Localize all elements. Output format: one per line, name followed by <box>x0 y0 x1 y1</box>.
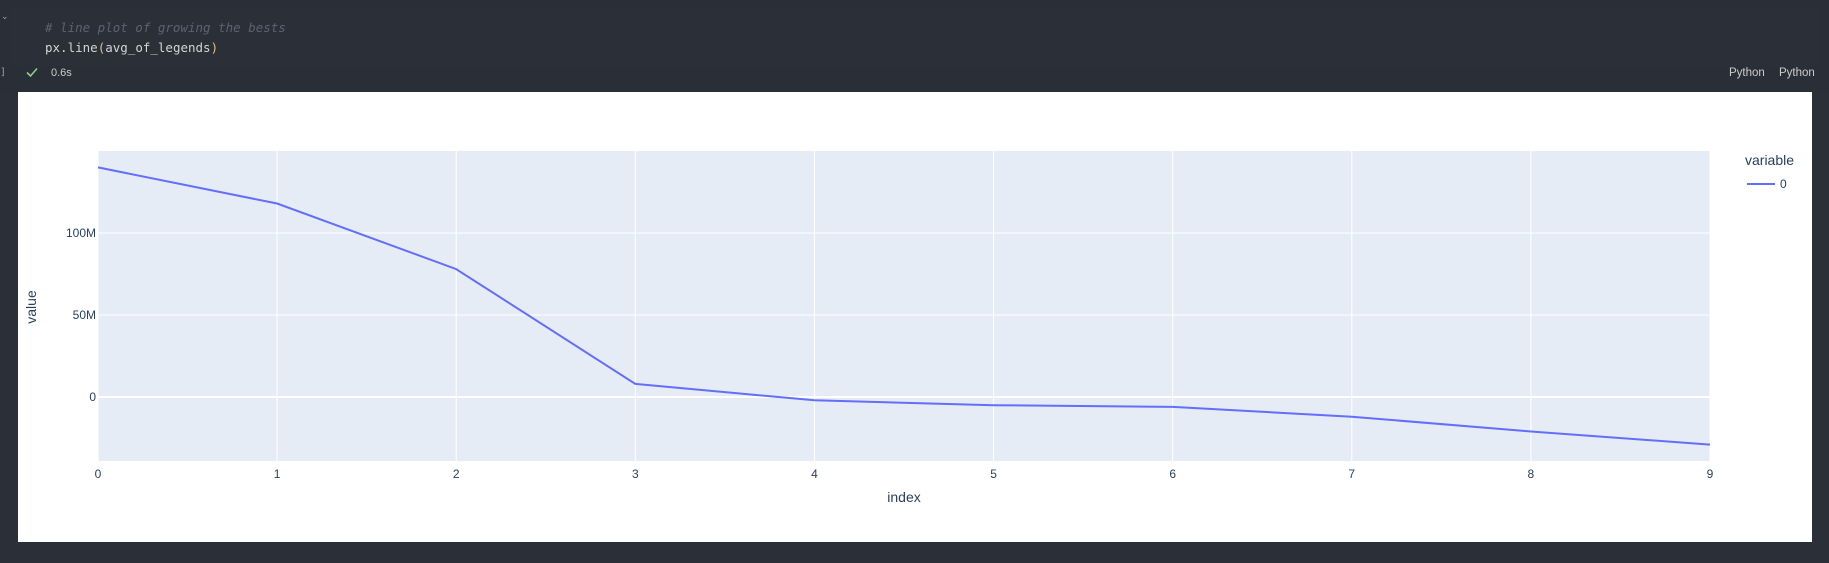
x-tick-label: 0 <box>95 467 102 481</box>
cell-output: 0 1 2 3 4 5 6 7 8 9 0 50M 100M index value variable… <box>18 92 1812 542</box>
line-chart[interactable]: 0 1 2 3 4 5 6 7 8 9 0 50M 100M index value variable… <box>18 92 1812 542</box>
cell-language-label[interactable]: Python <box>1729 67 1765 79</box>
x-axis-label: index <box>887 489 920 505</box>
code-argument: avg_of_legends <box>105 40 211 55</box>
execution-time: 0.6s <box>51 67 72 79</box>
code-comment: # line plot of growing the bests <box>45 20 286 35</box>
cell-status-bar: 0.6s Python Python <box>0 64 1829 84</box>
x-tick-label: 7 <box>1348 467 1355 481</box>
x-tick-label: 2 <box>453 467 460 481</box>
check-icon <box>26 67 38 78</box>
legend-title: variable <box>1745 152 1794 168</box>
x-tick-label: 5 <box>990 467 997 481</box>
x-tick-label: 1 <box>274 467 281 481</box>
y-axis-label: value <box>23 290 39 324</box>
x-tick-label: 8 <box>1528 467 1535 481</box>
x-tick-label: 6 <box>1169 467 1176 481</box>
collapse-chevron-icon[interactable]: ⌄ <box>1 12 9 22</box>
legend-entry[interactable]: 0 <box>1780 177 1787 191</box>
kernel-language-label[interactable]: Python <box>1779 67 1815 79</box>
code-cell: ⌄ # line plot of growing the bests px.li… <box>0 0 1829 92</box>
code-editor[interactable] <box>10 8 1820 66</box>
x-tick-label: 3 <box>632 467 639 481</box>
y-tick-label: 100M <box>66 226 96 240</box>
y-tick-label: 50M <box>73 308 96 322</box>
x-tick-label: 9 <box>1707 467 1714 481</box>
code-statement: px.line(avg_of_legends) <box>45 40 218 55</box>
x-tick-label: 4 <box>811 467 818 481</box>
code-function: px.line <box>45 40 98 55</box>
y-tick-label: 0 <box>89 390 96 404</box>
code-close-paren: ) <box>210 40 219 55</box>
plot-background <box>98 151 1710 461</box>
